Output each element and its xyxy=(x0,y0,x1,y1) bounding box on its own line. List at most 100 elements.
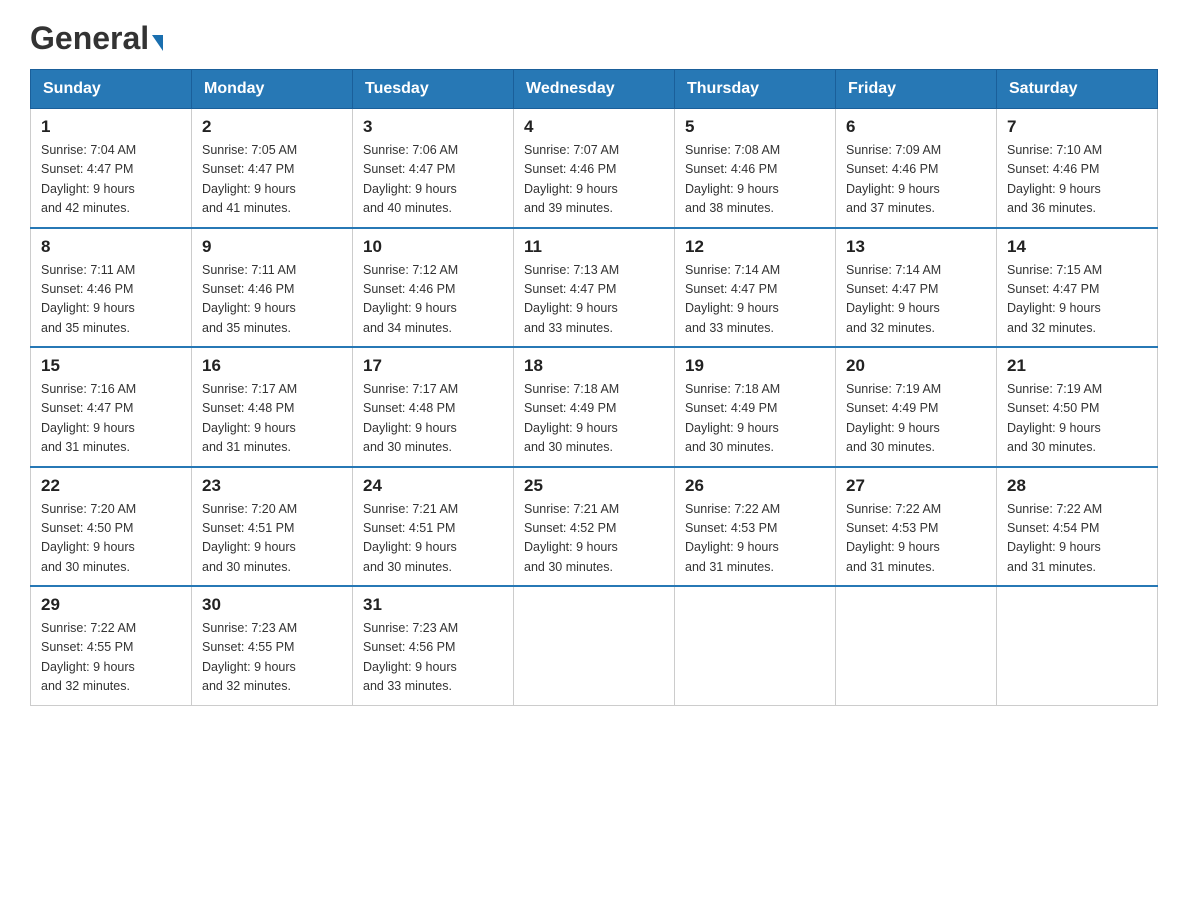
calendar-cell: 21 Sunrise: 7:19 AM Sunset: 4:50 PM Dayl… xyxy=(997,347,1158,467)
day-number: 31 xyxy=(363,595,503,615)
day-info: Sunrise: 7:11 AM Sunset: 4:46 PM Dayligh… xyxy=(202,261,342,339)
day-info: Sunrise: 7:17 AM Sunset: 4:48 PM Dayligh… xyxy=(202,380,342,458)
calendar-cell: 18 Sunrise: 7:18 AM Sunset: 4:49 PM Dayl… xyxy=(514,347,675,467)
day-info: Sunrise: 7:09 AM Sunset: 4:46 PM Dayligh… xyxy=(846,141,986,219)
day-info: Sunrise: 7:16 AM Sunset: 4:47 PM Dayligh… xyxy=(41,380,181,458)
calendar-cell: 28 Sunrise: 7:22 AM Sunset: 4:54 PM Dayl… xyxy=(997,467,1158,587)
day-info: Sunrise: 7:20 AM Sunset: 4:50 PM Dayligh… xyxy=(41,500,181,578)
calendar-cell xyxy=(514,586,675,705)
day-number: 8 xyxy=(41,237,181,257)
day-info: Sunrise: 7:11 AM Sunset: 4:46 PM Dayligh… xyxy=(41,261,181,339)
day-info: Sunrise: 7:23 AM Sunset: 4:56 PM Dayligh… xyxy=(363,619,503,697)
day-info: Sunrise: 7:19 AM Sunset: 4:49 PM Dayligh… xyxy=(846,380,986,458)
calendar-cell: 12 Sunrise: 7:14 AM Sunset: 4:47 PM Dayl… xyxy=(675,228,836,348)
calendar-cell: 11 Sunrise: 7:13 AM Sunset: 4:47 PM Dayl… xyxy=(514,228,675,348)
day-info: Sunrise: 7:14 AM Sunset: 4:47 PM Dayligh… xyxy=(685,261,825,339)
calendar-cell: 10 Sunrise: 7:12 AM Sunset: 4:46 PM Dayl… xyxy=(353,228,514,348)
calendar-week-1: 1 Sunrise: 7:04 AM Sunset: 4:47 PM Dayli… xyxy=(31,109,1158,228)
day-number: 30 xyxy=(202,595,342,615)
day-number: 2 xyxy=(202,117,342,137)
calendar-cell: 29 Sunrise: 7:22 AM Sunset: 4:55 PM Dayl… xyxy=(31,586,192,705)
calendar-cell xyxy=(675,586,836,705)
day-number: 23 xyxy=(202,476,342,496)
calendar-week-2: 8 Sunrise: 7:11 AM Sunset: 4:46 PM Dayli… xyxy=(31,228,1158,348)
calendar-cell: 1 Sunrise: 7:04 AM Sunset: 4:47 PM Dayli… xyxy=(31,109,192,228)
calendar-cell: 31 Sunrise: 7:23 AM Sunset: 4:56 PM Dayl… xyxy=(353,586,514,705)
day-number: 19 xyxy=(685,356,825,376)
day-number: 17 xyxy=(363,356,503,376)
day-number: 1 xyxy=(41,117,181,137)
day-number: 26 xyxy=(685,476,825,496)
calendar-table: SundayMondayTuesdayWednesdayThursdayFrid… xyxy=(30,69,1158,706)
calendar-header-row: SundayMondayTuesdayWednesdayThursdayFrid… xyxy=(31,70,1158,109)
calendar-week-3: 15 Sunrise: 7:16 AM Sunset: 4:47 PM Dayl… xyxy=(31,347,1158,467)
day-number: 25 xyxy=(524,476,664,496)
day-info: Sunrise: 7:17 AM Sunset: 4:48 PM Dayligh… xyxy=(363,380,503,458)
day-number: 22 xyxy=(41,476,181,496)
calendar-cell: 5 Sunrise: 7:08 AM Sunset: 4:46 PM Dayli… xyxy=(675,109,836,228)
calendar-cell: 30 Sunrise: 7:23 AM Sunset: 4:55 PM Dayl… xyxy=(192,586,353,705)
day-number: 6 xyxy=(846,117,986,137)
day-number: 18 xyxy=(524,356,664,376)
calendar-cell: 24 Sunrise: 7:21 AM Sunset: 4:51 PM Dayl… xyxy=(353,467,514,587)
day-number: 3 xyxy=(363,117,503,137)
header-monday: Monday xyxy=(192,70,353,109)
day-number: 13 xyxy=(846,237,986,257)
day-number: 12 xyxy=(685,237,825,257)
day-info: Sunrise: 7:08 AM Sunset: 4:46 PM Dayligh… xyxy=(685,141,825,219)
day-number: 7 xyxy=(1007,117,1147,137)
calendar-cell: 4 Sunrise: 7:07 AM Sunset: 4:46 PM Dayli… xyxy=(514,109,675,228)
day-number: 27 xyxy=(846,476,986,496)
header-friday: Friday xyxy=(836,70,997,109)
header-thursday: Thursday xyxy=(675,70,836,109)
day-number: 14 xyxy=(1007,237,1147,257)
day-info: Sunrise: 7:21 AM Sunset: 4:52 PM Dayligh… xyxy=(524,500,664,578)
calendar-cell: 27 Sunrise: 7:22 AM Sunset: 4:53 PM Dayl… xyxy=(836,467,997,587)
day-info: Sunrise: 7:15 AM Sunset: 4:47 PM Dayligh… xyxy=(1007,261,1147,339)
day-info: Sunrise: 7:19 AM Sunset: 4:50 PM Dayligh… xyxy=(1007,380,1147,458)
calendar-cell: 15 Sunrise: 7:16 AM Sunset: 4:47 PM Dayl… xyxy=(31,347,192,467)
logo-arrow-icon xyxy=(152,35,163,51)
calendar-cell xyxy=(836,586,997,705)
calendar-cell: 22 Sunrise: 7:20 AM Sunset: 4:50 PM Dayl… xyxy=(31,467,192,587)
calendar-cell: 23 Sunrise: 7:20 AM Sunset: 4:51 PM Dayl… xyxy=(192,467,353,587)
day-info: Sunrise: 7:13 AM Sunset: 4:47 PM Dayligh… xyxy=(524,261,664,339)
day-info: Sunrise: 7:18 AM Sunset: 4:49 PM Dayligh… xyxy=(524,380,664,458)
day-number: 11 xyxy=(524,237,664,257)
day-number: 28 xyxy=(1007,476,1147,496)
day-info: Sunrise: 7:06 AM Sunset: 4:47 PM Dayligh… xyxy=(363,141,503,219)
calendar-week-5: 29 Sunrise: 7:22 AM Sunset: 4:55 PM Dayl… xyxy=(31,586,1158,705)
calendar-week-4: 22 Sunrise: 7:20 AM Sunset: 4:50 PM Dayl… xyxy=(31,467,1158,587)
logo: General xyxy=(30,20,163,49)
day-number: 15 xyxy=(41,356,181,376)
calendar-cell: 7 Sunrise: 7:10 AM Sunset: 4:46 PM Dayli… xyxy=(997,109,1158,228)
day-number: 10 xyxy=(363,237,503,257)
day-number: 4 xyxy=(524,117,664,137)
day-info: Sunrise: 7:22 AM Sunset: 4:55 PM Dayligh… xyxy=(41,619,181,697)
calendar-cell: 3 Sunrise: 7:06 AM Sunset: 4:47 PM Dayli… xyxy=(353,109,514,228)
day-info: Sunrise: 7:05 AM Sunset: 4:47 PM Dayligh… xyxy=(202,141,342,219)
header-sunday: Sunday xyxy=(31,70,192,109)
calendar-cell xyxy=(997,586,1158,705)
calendar-cell: 17 Sunrise: 7:17 AM Sunset: 4:48 PM Dayl… xyxy=(353,347,514,467)
calendar-cell: 9 Sunrise: 7:11 AM Sunset: 4:46 PM Dayli… xyxy=(192,228,353,348)
day-info: Sunrise: 7:22 AM Sunset: 4:54 PM Dayligh… xyxy=(1007,500,1147,578)
header-wednesday: Wednesday xyxy=(514,70,675,109)
day-info: Sunrise: 7:22 AM Sunset: 4:53 PM Dayligh… xyxy=(685,500,825,578)
calendar-cell: 6 Sunrise: 7:09 AM Sunset: 4:46 PM Dayli… xyxy=(836,109,997,228)
day-number: 9 xyxy=(202,237,342,257)
header-saturday: Saturday xyxy=(997,70,1158,109)
calendar-cell: 8 Sunrise: 7:11 AM Sunset: 4:46 PM Dayli… xyxy=(31,228,192,348)
calendar-cell: 26 Sunrise: 7:22 AM Sunset: 4:53 PM Dayl… xyxy=(675,467,836,587)
calendar-cell: 19 Sunrise: 7:18 AM Sunset: 4:49 PM Dayl… xyxy=(675,347,836,467)
day-info: Sunrise: 7:23 AM Sunset: 4:55 PM Dayligh… xyxy=(202,619,342,697)
day-info: Sunrise: 7:21 AM Sunset: 4:51 PM Dayligh… xyxy=(363,500,503,578)
day-info: Sunrise: 7:22 AM Sunset: 4:53 PM Dayligh… xyxy=(846,500,986,578)
day-info: Sunrise: 7:10 AM Sunset: 4:46 PM Dayligh… xyxy=(1007,141,1147,219)
calendar-cell: 2 Sunrise: 7:05 AM Sunset: 4:47 PM Dayli… xyxy=(192,109,353,228)
calendar-cell: 25 Sunrise: 7:21 AM Sunset: 4:52 PM Dayl… xyxy=(514,467,675,587)
calendar-cell: 13 Sunrise: 7:14 AM Sunset: 4:47 PM Dayl… xyxy=(836,228,997,348)
page-header: General xyxy=(30,20,1158,49)
logo-general-text: General xyxy=(30,20,149,57)
day-number: 24 xyxy=(363,476,503,496)
